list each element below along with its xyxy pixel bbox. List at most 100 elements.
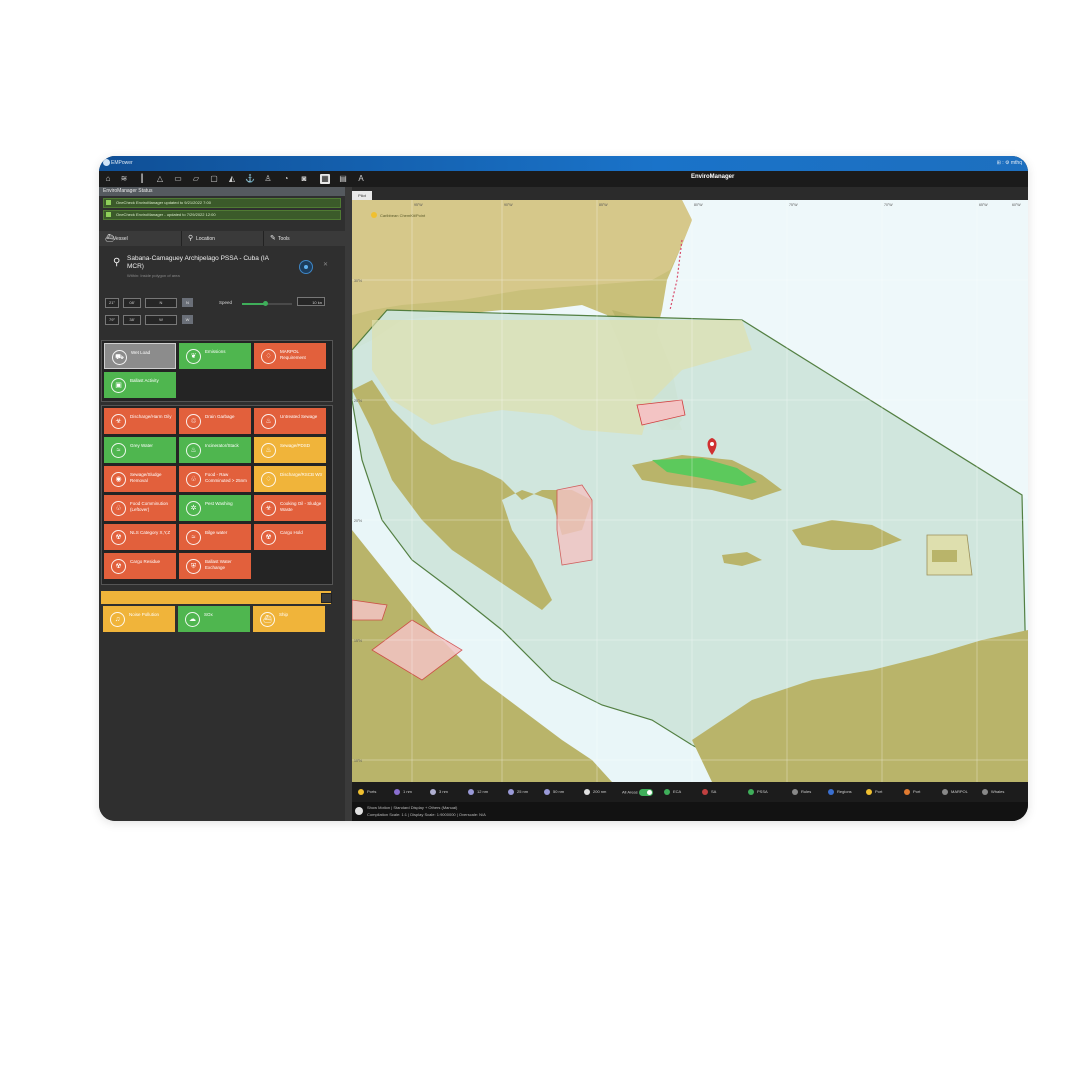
- document-icon[interactable]: ▭: [173, 174, 183, 184]
- lon-label: 80°W: [694, 203, 703, 207]
- close-icon[interactable]: ✕: [323, 261, 328, 268]
- legend-item[interactable]: 1 nm: [394, 789, 412, 795]
- speed-value-field[interactable]: 10 kn: [297, 297, 325, 306]
- food-icon: ♧: [186, 472, 201, 487]
- lon-seconds-field[interactable]: W: [145, 315, 177, 325]
- tile-food-raw[interactable]: ♧ Food - Raw Comminuted > 25nm: [179, 466, 251, 492]
- panel-splitter[interactable]: [345, 187, 352, 821]
- tile-cargo-hold[interactable]: ☢ Cargo Hold: [254, 524, 326, 550]
- group-3-header-bar: [101, 591, 332, 604]
- map-view[interactable]: Caribbean ChemKit/Point 30°N 25°N 20°N 1…: [352, 200, 1028, 782]
- map-tab[interactable]: Pilot: [352, 191, 372, 200]
- tile-wet-load[interactable]: ⛟ Wet Load: [104, 343, 176, 369]
- tile-ship[interactable]: ⛴ Ship: [253, 606, 325, 632]
- tile-marpol-requirement[interactable]: ♢ MARPOL Requirement: [254, 343, 326, 369]
- legend-item[interactable]: All Areas: [622, 789, 653, 796]
- hazard-icon: ☢: [261, 530, 276, 545]
- legend-item[interactable]: Regions: [828, 789, 852, 795]
- legend-item[interactable]: Rules: [792, 789, 811, 795]
- ruler-icon[interactable]: ┃: [137, 174, 147, 184]
- chart-canvas[interactable]: Caribbean ChemKit/Point 30°N 25°N 20°N 1…: [352, 200, 1028, 782]
- grid-icon[interactable]: ▦: [320, 174, 330, 184]
- info-icon[interactable]: [355, 807, 363, 815]
- tile-sludge-removal[interactable]: ◉ Sewage/Sludge Removal: [104, 466, 176, 492]
- lat-hemisphere-button[interactable]: N: [182, 298, 193, 307]
- title-bar: EMPower ⊞ : ⚙ mthq: [99, 156, 1028, 171]
- legend-item[interactable]: Port: [904, 789, 920, 795]
- title-bar-controls[interactable]: ⊞ : ⚙ mthq: [997, 160, 1022, 166]
- tile-ballast-water-exchange[interactable]: ⛨ Ballast Water Exchange: [179, 553, 251, 579]
- layers-icon[interactable]: ≋: [119, 174, 129, 184]
- lat-degrees-field[interactable]: 21°: [105, 298, 119, 308]
- table-icon[interactable]: ▤: [338, 174, 348, 184]
- tile-cargo-residue[interactable]: ☢ Cargo Residue: [104, 553, 176, 579]
- tile-emissions[interactable]: ❦ Emissions: [179, 343, 251, 369]
- shield-icon: ⛨: [186, 559, 201, 574]
- legend-swatch-icon: [468, 789, 474, 795]
- water-icon: ≈: [111, 443, 126, 458]
- legend-item[interactable]: PSSA: [748, 789, 768, 795]
- person-icon[interactable]: ♙: [263, 174, 273, 184]
- legend-item[interactable]: 12 nm: [468, 789, 488, 795]
- site-subtitle: Within: Inside polygon of area: [127, 273, 180, 278]
- lat-seconds-field[interactable]: N: [145, 298, 177, 308]
- legend-item[interactable]: Port: [866, 789, 882, 795]
- tile-cooking-oil[interactable]: ☣ Cooking Oil - Sludge Waste: [254, 495, 326, 521]
- tile-incinerator[interactable]: ♨ Incinerator/Stack: [179, 437, 251, 463]
- location-pin-icon: ⚲: [113, 257, 121, 268]
- legend-label: PSSA: [757, 789, 768, 795]
- legend-item[interactable]: 200 nm: [584, 789, 606, 795]
- tile-noise-pollution[interactable]: ♫ Noise Pollution: [103, 606, 175, 632]
- tile-discharge-rscb[interactable]: ♢ Discharge/RSCB Wtr: [254, 466, 326, 492]
- status-line-1: Show Motion | Standard Display + Others …: [367, 805, 458, 810]
- legend-item[interactable]: 50 nm: [544, 789, 564, 795]
- all-areas-toggle[interactable]: [638, 789, 653, 796]
- map-icon[interactable]: ▢: [209, 174, 219, 184]
- tile-bilge-water[interactable]: ≈ Bilge water: [179, 524, 251, 550]
- status-notice[interactable]: OneCheck EnviroManager updated to 9/21/2…: [103, 198, 341, 208]
- tile-pest-washing[interactable]: ✲ Pest Washing: [179, 495, 251, 521]
- tile-drain-garbage[interactable]: ♲ Drain Garbage: [179, 408, 251, 434]
- tile-discharge-oily[interactable]: ☣ Discharge/Harm Oily: [104, 408, 176, 434]
- tile-ballast-activity[interactable]: ▣ Ballast Activity: [104, 372, 176, 398]
- tab-location[interactable]: ⚲ Location: [181, 231, 264, 246]
- legend-label: 25 nm: [517, 789, 529, 795]
- legend-item[interactable]: ECA: [664, 789, 681, 795]
- legend-item[interactable]: Whales: [982, 789, 1004, 795]
- camera-icon[interactable]: ◙: [299, 174, 309, 184]
- tile-untreated-sewage[interactable]: ♨ Untreated Sewage: [254, 408, 326, 434]
- lon-minutes-field[interactable]: 38': [123, 315, 141, 325]
- clock-icon[interactable]: ◔: [281, 174, 291, 184]
- legend-item[interactable]: MARPOL: [942, 789, 968, 795]
- hazard-icon: ☢: [111, 530, 126, 545]
- anchor-icon[interactable]: ⚓: [245, 174, 255, 184]
- legend-label: Rules: [801, 789, 812, 795]
- tile-sewage-pdsd[interactable]: ♨ Sewage/PDSD: [254, 437, 326, 463]
- legend-item[interactable]: 3 nm: [430, 789, 448, 795]
- tile-sox[interactable]: ☁ SOx: [178, 606, 250, 632]
- book-icon[interactable]: ▱: [191, 174, 201, 184]
- legend-item[interactable]: Ports: [358, 789, 376, 795]
- lat-minutes-field[interactable]: 08': [123, 298, 141, 308]
- tile-food-comminution[interactable]: ♧ Food Comminution (Leftover): [104, 495, 176, 521]
- warning-icon[interactable]: △: [155, 174, 165, 184]
- tab-vessel[interactable]: ⛴Vessel: [99, 231, 181, 246]
- lon-hemisphere-button[interactable]: W: [182, 315, 193, 324]
- port-marker[interactable]: [371, 212, 377, 218]
- compass-icon[interactable]: [299, 260, 313, 274]
- lon-degrees-field[interactable]: 79°: [105, 315, 119, 325]
- legend-item[interactable]: SA: [702, 789, 716, 795]
- text-icon[interactable]: A: [356, 174, 366, 184]
- speed-slider-knob[interactable]: [262, 301, 268, 306]
- collapse-button[interactable]: [321, 593, 332, 603]
- legend-item[interactable]: 25 nm: [508, 789, 528, 795]
- ship-icon[interactable]: ◭: [227, 174, 237, 184]
- tab-tools[interactable]: ✎ Tools: [263, 231, 346, 246]
- status-notice[interactable]: OneCheck EnviroManager - updated to 7/29…: [103, 210, 341, 220]
- home-icon[interactable]: ⌂: [103, 174, 113, 184]
- legend-swatch-icon: [358, 789, 364, 795]
- tile-nls-category[interactable]: ☢ NLS Category X,Y,Z: [104, 524, 176, 550]
- tile-grey-water[interactable]: ≈ Grey Water: [104, 437, 176, 463]
- lon-label: 90°W: [504, 203, 513, 207]
- speed-slider[interactable]: [242, 301, 292, 306]
